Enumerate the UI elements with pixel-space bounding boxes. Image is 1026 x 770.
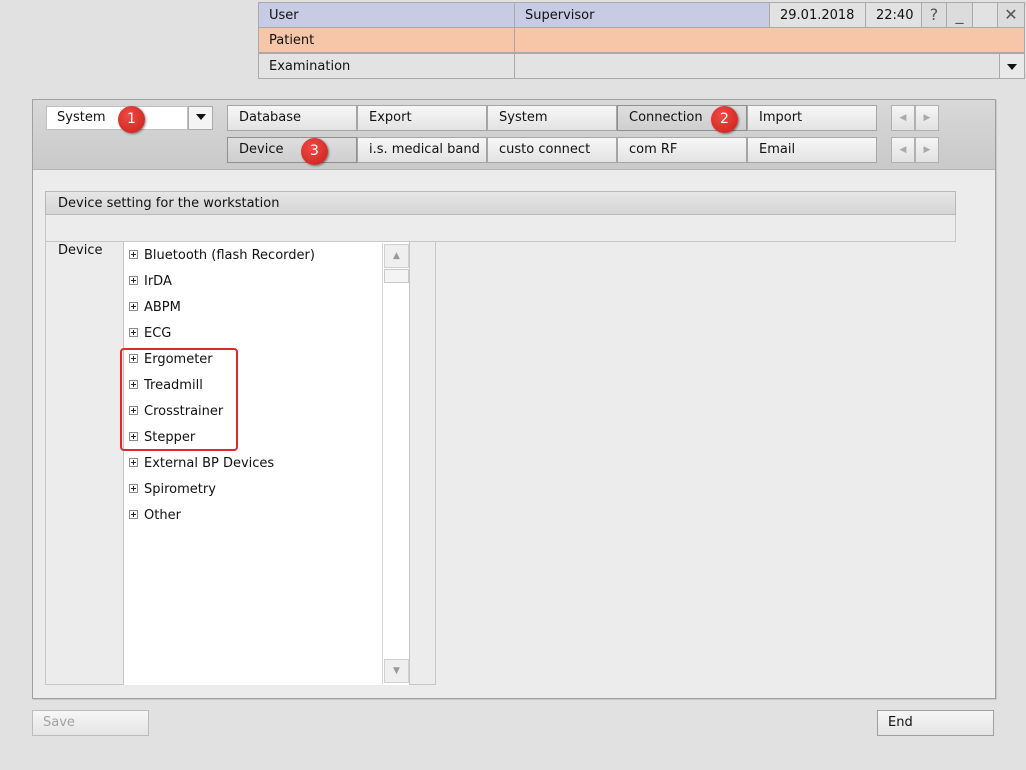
close-icon: ✕	[1004, 5, 1018, 24]
arrow-up-icon: ▲	[393, 251, 400, 261]
tab-is-medical-band[interactable]: i.s. medical band	[357, 137, 487, 163]
expand-plus-icon[interactable]	[129, 484, 138, 493]
expand-plus-icon[interactable]	[129, 302, 138, 311]
examination-field[interactable]	[514, 53, 1000, 79]
user-value: Supervisor	[514, 2, 770, 28]
tabs-row2-next-button[interactable]: ▶	[915, 137, 939, 163]
tree-item-external-bp-devices[interactable]: External BP Devices	[129, 454, 274, 474]
device-label: Device	[58, 243, 103, 258]
tab-device[interactable]: Device	[227, 137, 357, 163]
tabs-row1-next-button[interactable]: ▶	[915, 105, 939, 131]
tree-item-abpm[interactable]: ABPM	[129, 298, 181, 318]
tree-item-ecg[interactable]: ECG	[129, 324, 171, 344]
chevron-down-icon	[195, 113, 206, 120]
tab-import[interactable]: Import	[747, 105, 877, 131]
tab-system[interactable]: System	[487, 105, 617, 131]
tree-item-label: IrDA	[144, 274, 172, 289]
arrow-right-icon: ▶	[923, 145, 931, 155]
annotation-marker-2: 2	[711, 106, 738, 133]
blank-header-cell	[972, 2, 998, 28]
tree-item-bluetooth[interactable]: Bluetooth (flash Recorder)	[129, 246, 315, 266]
tabs-row2-prev-button[interactable]: ◀	[891, 137, 915, 163]
time-display: 22:40	[865, 2, 922, 28]
annotation-marker-1: 1	[118, 106, 145, 133]
help-button[interactable]: ?	[921, 2, 947, 28]
tree-item-label: Other	[144, 508, 181, 523]
help-icon: ?	[929, 5, 939, 24]
tree-item-label: ECG	[144, 326, 172, 341]
tree-scrollbar[interactable]: ▲ ▼	[382, 243, 409, 684]
arrow-right-icon: ▶	[923, 113, 931, 123]
section-strip	[46, 216, 955, 242]
tree-item-other[interactable]: Other	[129, 506, 181, 526]
arrow-down-icon: ▼	[393, 666, 400, 676]
patient-label[interactable]: Patient	[258, 27, 515, 53]
examination-dropdown-button[interactable]	[999, 53, 1025, 79]
close-button[interactable]: ✕	[997, 2, 1025, 28]
tree-item-label: Spirometry	[144, 482, 216, 497]
scroll-up-button[interactable]: ▲	[384, 244, 409, 268]
tree-item-spirometry[interactable]: Spirometry	[129, 480, 216, 500]
annotation-marker-3: 3	[301, 138, 328, 165]
minimize-icon: _	[955, 5, 964, 24]
expand-plus-icon[interactable]	[129, 328, 138, 337]
tab-email[interactable]: Email	[747, 137, 877, 163]
examination-label[interactable]: Examination	[258, 53, 515, 79]
expand-plus-icon[interactable]	[129, 510, 138, 519]
tree-item-label: External BP Devices	[144, 456, 275, 471]
date-display: 29.01.2018	[769, 2, 866, 28]
tab-com-rf[interactable]: com RF	[617, 137, 747, 163]
tree-item-label: Bluetooth (flash Recorder)	[144, 248, 315, 263]
tab-custo-connect[interactable]: custo connect	[487, 137, 617, 163]
scroll-thumb[interactable]	[384, 269, 409, 283]
save-button[interactable]: Save	[32, 710, 149, 736]
arrow-left-icon: ◀	[899, 145, 907, 155]
chevron-down-icon	[1007, 63, 1017, 70]
arrow-left-icon: ◀	[899, 113, 907, 123]
tab-export[interactable]: Export	[357, 105, 487, 131]
tree-item-irda[interactable]: IrDA	[129, 272, 172, 292]
expand-plus-icon[interactable]	[129, 458, 138, 467]
category-select[interactable]: System	[46, 106, 188, 130]
expand-plus-icon[interactable]	[129, 276, 138, 285]
expand-plus-icon[interactable]	[129, 250, 138, 259]
scroll-down-button[interactable]: ▼	[384, 659, 409, 683]
highlight-box	[120, 348, 238, 451]
category-select-dropdown-button[interactable]	[188, 106, 213, 130]
tree-item-label: ABPM	[144, 300, 181, 315]
minimize-button[interactable]: _	[946, 2, 973, 28]
device-detail-pane	[435, 242, 956, 685]
user-label: User	[258, 2, 515, 28]
tabs-row1-prev-button[interactable]: ◀	[891, 105, 915, 131]
patient-field[interactable]	[514, 27, 1025, 53]
section-title: Device setting for the workstation	[45, 191, 956, 215]
tab-database[interactable]: Database	[227, 105, 357, 131]
end-button[interactable]: End	[877, 710, 994, 736]
